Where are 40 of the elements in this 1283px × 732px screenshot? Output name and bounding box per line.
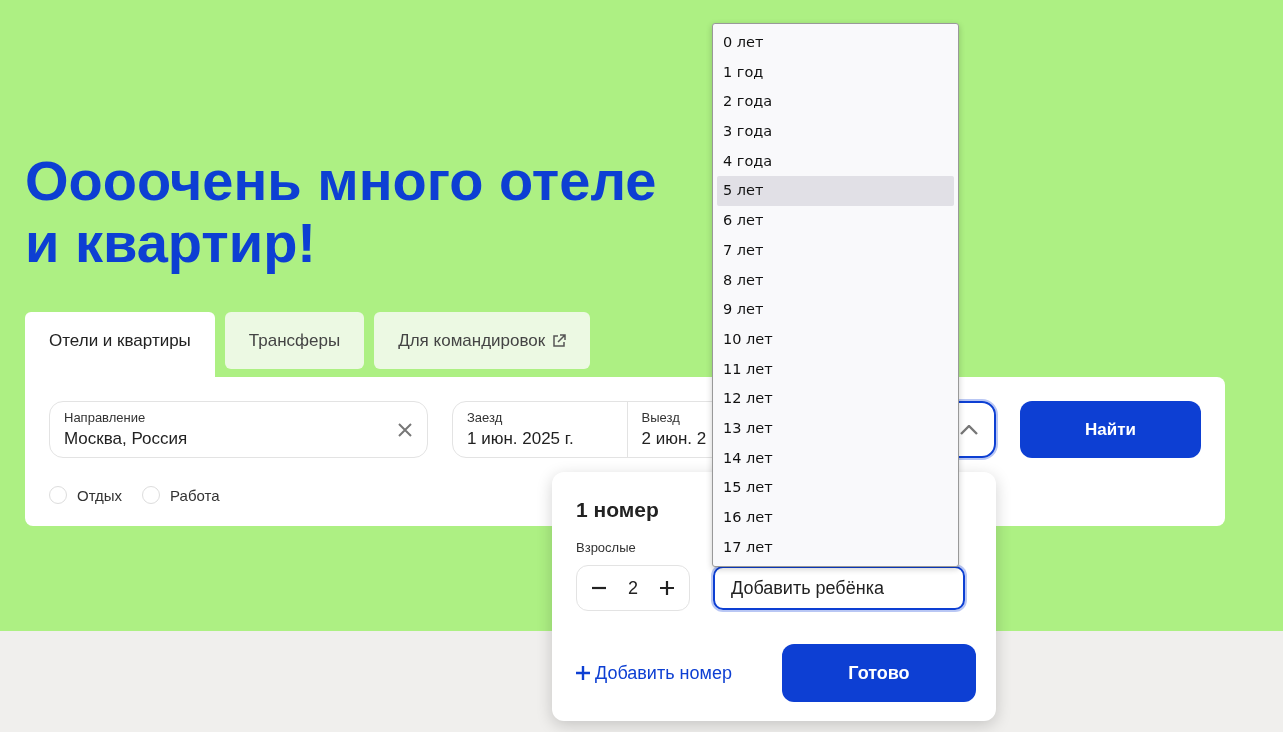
dropdown-option[interactable]: 4 года <box>717 146 954 177</box>
dropdown-option[interactable]: 7 лет <box>717 235 954 266</box>
tab[interactable]: Трансферы <box>224 312 365 369</box>
field-label: Выезд <box>641 410 681 425</box>
dropdown-option[interactable]: 9 лет <box>717 295 954 325</box>
field-label: Направление <box>64 410 147 425</box>
radio-label: Работа <box>170 486 220 504</box>
radio-label: Отдых <box>77 486 123 504</box>
room-title: 1 номер <box>576 498 659 522</box>
dropdown-option[interactable]: 16 лет <box>717 503 954 533</box>
adults-count: 2 <box>628 577 638 599</box>
dropdown-option[interactable]: 5 лет <box>717 176 954 207</box>
adults-label: Взрослые <box>576 540 636 555</box>
plus-icon[interactable] <box>659 580 675 596</box>
destination-field[interactable]: Направление Москва, Россия <box>49 401 428 458</box>
done-button[interactable]: Готово <box>782 644 976 702</box>
dropdown-option[interactable]: 2 года <box>717 87 954 118</box>
dropdown-option[interactable]: 1 год <box>717 57 954 88</box>
external-link-icon <box>552 333 567 348</box>
dropdown-option[interactable]: 10 лет <box>717 324 954 355</box>
dropdown-option[interactable]: 6 лет <box>717 206 954 236</box>
headline: Оооочень много отеле <box>25 150 657 212</box>
plus-icon <box>576 666 590 680</box>
dropdown-option[interactable]: 17 лет <box>717 532 954 563</box>
search-button[interactable]: Найти <box>1020 401 1201 458</box>
tab[interactable]: Отели и квартиры <box>25 312 215 377</box>
add-child-select[interactable]: Добавить ребёнка <box>713 566 965 610</box>
dropdown-option[interactable]: 11 лет <box>717 354 954 385</box>
close-icon[interactable] <box>397 421 413 438</box>
tab[interactable]: Для командировок <box>374 312 591 369</box>
field-value: Москва, Россия <box>64 429 188 449</box>
dropdown-option[interactable]: 15 лет <box>717 473 954 503</box>
dropdown-option[interactable]: 8 лет <box>717 265 954 296</box>
chevron-icon <box>960 424 978 435</box>
dropdown-option[interactable]: 3 года <box>717 117 954 147</box>
field-value: 1 июн. 2025 г. <box>467 429 575 449</box>
headline: и квартир! <box>25 212 317 274</box>
dropdown-option[interactable]: 0 лет <box>717 28 954 58</box>
add-room-link[interactable]: Добавить номер <box>576 662 732 684</box>
field-label: Заезд <box>467 410 504 425</box>
